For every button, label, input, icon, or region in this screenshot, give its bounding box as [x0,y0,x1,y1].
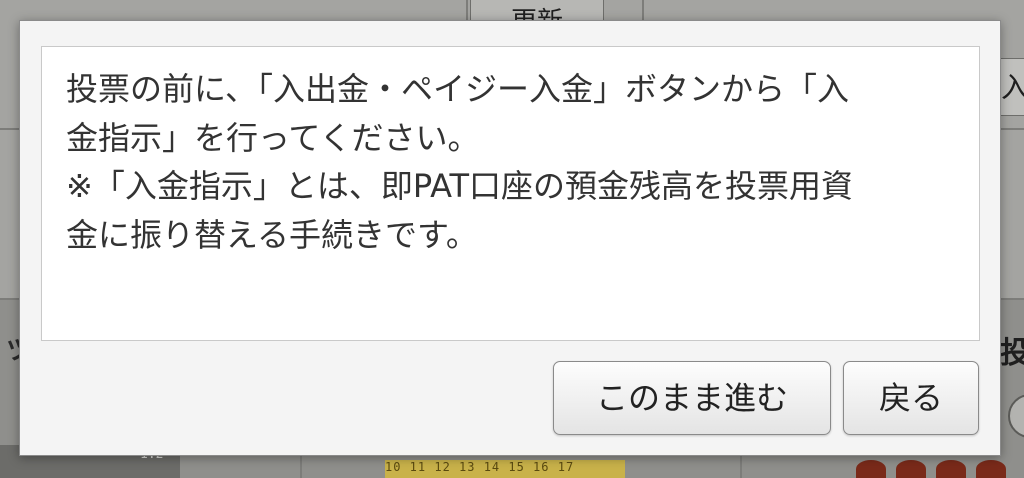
proceed-button[interactable]: このまま進む [553,361,831,435]
message-line: 金に振り替える手続きです。 [66,215,478,254]
deposit-notice-dialog: 投票の前に、「入出金・ペイジー入金」ボタンから「入 金指示」を行ってください。 … [19,20,1001,456]
message-box: 投票の前に、「入出金・ペイジー入金」ボタンから「入 金指示」を行ってください。 … [41,46,980,341]
background-vote-heading: 投 [1000,336,1024,371]
message-line: 金指示」を行ってください。 [66,118,480,157]
background-jockey-icons [850,458,1024,478]
background-horse-numbers: 10 11 12 13 14 15 16 17 [385,460,625,478]
message-line: ※「入金指示」とは、即PAT口座の預金残高を投票用資 [66,167,854,205]
back-button[interactable]: 戻る [843,361,979,435]
message-line: 投票の前に、「入出金・ペイジー入金」ボタンから「入 [66,70,850,108]
